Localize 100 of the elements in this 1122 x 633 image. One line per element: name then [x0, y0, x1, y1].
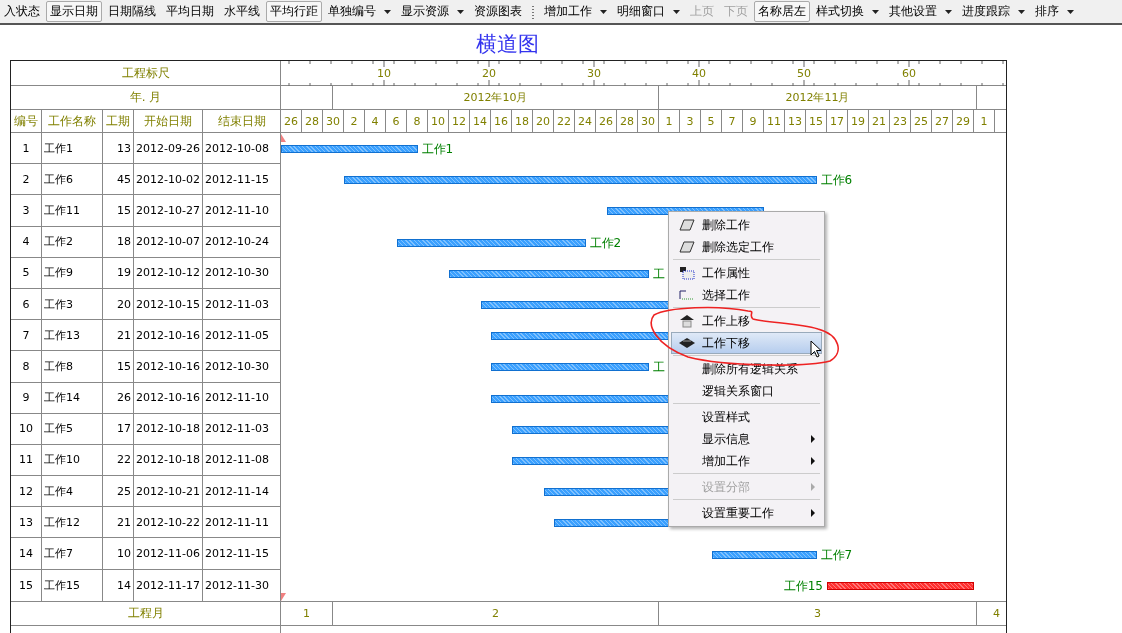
caret-icon[interactable] [384, 9, 391, 14]
table-cell: 2012-10-18 [134, 444, 203, 476]
date-cell: 8 [407, 110, 428, 132]
toolbar-button[interactable]: 入状态 [0, 1, 44, 22]
toolbar-button[interactable]: 资源图表 [470, 1, 526, 22]
table-cell: 2012-10-15 [134, 288, 203, 320]
table-cell: 2012-11-15 [203, 164, 281, 195]
date-cell: 26 [596, 110, 617, 132]
bar-label: 工 [652, 265, 665, 283]
date-cell: 14 [470, 110, 491, 132]
menu-item[interactable]: 设置样式 [671, 406, 822, 428]
toolbar-dropdown[interactable]: 增加工作 [540, 1, 611, 22]
gantt-bar[interactable] [711, 550, 817, 559]
caret-icon[interactable] [457, 9, 464, 14]
table-cell: 2012-10-07 [134, 226, 203, 257]
gantt-bar[interactable] [396, 238, 586, 247]
table-cell: 1 [11, 133, 42, 164]
gantt-bar[interactable] [827, 581, 974, 590]
table-cell: 19 [103, 257, 134, 288]
caret-icon[interactable] [1018, 9, 1025, 14]
table-cell: 2012-10-02 [134, 164, 203, 195]
date-cell: 17 [827, 110, 848, 132]
toolbar-button[interactable]: 水平线 [220, 1, 264, 22]
menu-item[interactable]: 显示信息 [671, 428, 822, 450]
date-cell: 1 [659, 110, 680, 132]
toolbar-dropdown[interactable]: 显示资源 [397, 1, 468, 22]
toolbar-dropdown[interactable]: 其他设置 [885, 1, 956, 22]
bar-label: 工 [652, 359, 665, 377]
date-cell: 21 [869, 110, 890, 132]
table-cell: 2012-10-16 [134, 320, 203, 351]
table-cell: 15 [103, 195, 134, 226]
table-cell: 18 [103, 226, 134, 257]
table-cell: 工作15 [42, 569, 103, 601]
table-cell: 2012-09-26 [134, 133, 203, 164]
toolbar-button[interactable]: 名称居左 [754, 1, 810, 22]
date-cell: 25 [911, 110, 932, 132]
eraser-icon [679, 219, 695, 231]
menu-item[interactable]: 工作上移 [671, 310, 822, 332]
table-cell: 21 [103, 507, 134, 538]
toolbar-button[interactable]: 平均日期 [162, 1, 218, 22]
date-cell: 19 [848, 110, 869, 132]
menu-item[interactable]: 删除选定工作 [671, 236, 822, 258]
date-cell: 28 [617, 110, 638, 132]
menu-item[interactable]: 工作下移 [671, 332, 822, 354]
date-cell: 11 [764, 110, 785, 132]
gantt-bar[interactable] [344, 176, 817, 185]
table-cell: 2012-10-16 [134, 351, 203, 382]
column-header: 工期 [103, 110, 134, 132]
toolbar-dropdown[interactable]: 排序 [1031, 1, 1078, 22]
table-cell: 2012-10-30 [203, 257, 281, 288]
caret-icon[interactable] [945, 9, 952, 14]
caret-icon[interactable] [1067, 9, 1074, 14]
table-cell: 工作3 [42, 288, 103, 320]
table-cell: 工作8 [42, 351, 103, 382]
table-cell: 12 [11, 476, 42, 507]
toolbar-button[interactable]: 平均行距 [266, 1, 322, 22]
month-cell: 2012年10月 [333, 86, 659, 109]
menu-item[interactable]: 工作属性 [671, 262, 822, 284]
table-cell: 工作11 [42, 195, 103, 226]
toolbar-dropdown[interactable]: 样式切换 [812, 1, 883, 22]
toolbar-button[interactable]: 日期隔线 [104, 1, 160, 22]
gantt-bar[interactable] [491, 363, 649, 372]
menu-item[interactable]: 增加工作 [671, 450, 822, 472]
header-cell: 年. 月 [11, 86, 281, 109]
toolbar-dropdown[interactable]: 单独编号 [324, 1, 395, 22]
table-cell: 2012-11-15 [203, 538, 281, 569]
table-cell: 22 [103, 444, 134, 476]
toolbar-button[interactable]: 显示日期 [46, 1, 102, 22]
table-cell: 工作10 [42, 444, 103, 476]
date-cell: 15 [806, 110, 827, 132]
menu-item[interactable]: 删除工作 [671, 214, 822, 236]
bar-label: 工作6 [820, 172, 853, 190]
menu-item[interactable]: 逻辑关系窗口 [671, 380, 822, 402]
toolbar-dropdown[interactable]: 明细窗口 [613, 1, 684, 22]
date-cell: 1 [974, 110, 995, 132]
table-cell: 2012-10-16 [134, 382, 203, 413]
table-cell: 45 [103, 164, 134, 195]
table-cell: 5 [11, 257, 42, 288]
table-cell: 工作9 [42, 257, 103, 288]
scale-ruler: 10 20 30 40 50 60 [281, 61, 1006, 86]
toolbar-dropdown[interactable]: 进度跟踪 [958, 1, 1029, 22]
table-cell: 4 [11, 226, 42, 257]
caret-icon[interactable] [872, 9, 879, 14]
gantt-bar[interactable] [449, 269, 649, 278]
menu-item[interactable]: 设置重要工作 [671, 502, 822, 524]
table-cell: 2012-10-27 [134, 195, 203, 226]
menu-item[interactable]: 选择工作 [671, 284, 822, 306]
table-cell: 2012-11-10 [203, 195, 281, 226]
table-cell: 2012-11-11 [203, 507, 281, 538]
table-cell: 2012-11-03 [203, 413, 281, 444]
caret-icon[interactable] [600, 9, 607, 14]
table-cell: 13 [103, 133, 134, 164]
column-header: 结束日期 [203, 110, 281, 132]
table-cell: 13 [11, 507, 42, 538]
table-cell: 2012-11-03 [203, 288, 281, 320]
table-cell: 2012-11-05 [203, 320, 281, 351]
date-cell: 5 [701, 110, 722, 132]
table-cell: 17 [103, 413, 134, 444]
caret-icon[interactable] [673, 9, 680, 14]
table-cell: 3 [11, 195, 42, 226]
